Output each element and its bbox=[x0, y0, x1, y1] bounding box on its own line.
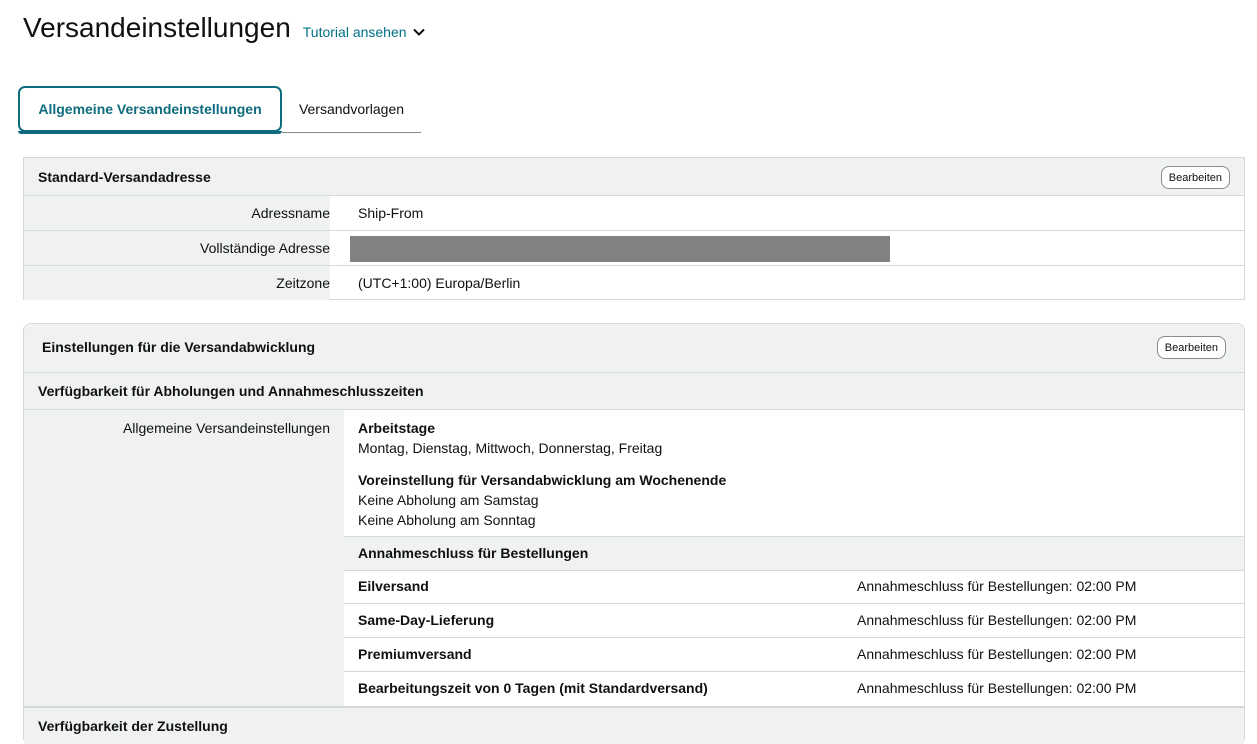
fulfillment-heading: Einstellungen für die Versandabwicklung bbox=[42, 339, 316, 355]
cutoff-value: Annahmeschluss für Bestellungen: 02:00 P… bbox=[857, 612, 1137, 628]
cutoff-name: Premiumversand bbox=[358, 646, 472, 662]
cutoff-value: Annahmeschluss für Bestellungen: 02:00 P… bbox=[857, 680, 1137, 696]
weekend-title: Voreinstellung für Versandabwicklung am … bbox=[358, 472, 727, 488]
workdays-block: Arbeitstage Montag, Dienstag, Mittwoch, … bbox=[358, 418, 662, 458]
delivery-availability-heading: Verfügbarkeit der Zustellung bbox=[38, 718, 228, 734]
title-row: Versandeinstellungen Tutorial ansehen bbox=[23, 12, 425, 44]
general-settings-label-cell: Allgemeine Versandeinstellungen bbox=[24, 410, 344, 706]
default-address-section: Standard-Versandadresse Bearbeiten Adres… bbox=[23, 157, 1245, 300]
timezone-row: Zeitzone (UTC+1:00) Europa/Berlin bbox=[24, 266, 1244, 300]
cutoff-name: Eilversand bbox=[358, 578, 429, 594]
cutoff-value: Annahmeschluss für Bestellungen: 02:00 P… bbox=[857, 578, 1137, 594]
chevron-down-icon bbox=[412, 28, 425, 36]
full-address-label: Vollständige Adresse bbox=[24, 231, 330, 265]
delivery-availability-header: Verfügbarkeit der Zustellung bbox=[24, 707, 1244, 744]
full-address-row: Vollständige Adresse bbox=[24, 231, 1244, 266]
cutoff-header: Annahmeschluss für Bestellungen bbox=[344, 536, 1244, 571]
cutoff-row: Same-Day-Lieferung Annahmeschluss für Be… bbox=[344, 604, 1244, 638]
workdays-title: Arbeitstage bbox=[358, 420, 436, 436]
weekend-sunday: Keine Abholung am Sonntag bbox=[358, 512, 536, 528]
cutoff-row: Bearbeitungszeit von 0 Tagen (mit Standa… bbox=[344, 672, 1244, 705]
address-name-label: Adressname bbox=[24, 196, 330, 230]
timezone-value: (UTC+1:00) Europa/Berlin bbox=[358, 275, 521, 291]
cutoff-name: Bearbeitungszeit von 0 Tagen (mit Standa… bbox=[358, 680, 708, 696]
tab-shipping-templates[interactable]: Versandvorlagen bbox=[282, 86, 421, 133]
fulfillment-header: Einstellungen für die Versandabwicklung … bbox=[24, 324, 1244, 373]
edit-address-button[interactable]: Bearbeiten bbox=[1160, 166, 1230, 189]
address-name-value: Ship-From bbox=[358, 205, 424, 221]
general-settings-block: Allgemeine Versandeinstellungen Arbeitst… bbox=[24, 410, 1244, 707]
cutoff-row: Eilversand Annahmeschluss für Bestellung… bbox=[344, 570, 1244, 604]
cutoff-name: Same-Day-Lieferung bbox=[358, 612, 495, 628]
tutorial-link[interactable]: Tutorial ansehen bbox=[303, 24, 425, 40]
cutoff-row: Premiumversand Annahmeschluss für Bestel… bbox=[344, 638, 1244, 672]
workdays-value: Montag, Dienstag, Mittwoch, Donnerstag, … bbox=[358, 440, 663, 456]
general-settings-label: Allgemeine Versandeinstellungen bbox=[122, 420, 330, 436]
timezone-label: Zeitzone bbox=[24, 266, 330, 300]
default-address-heading: Standard-Versandadresse bbox=[38, 169, 211, 185]
page-title: Versandeinstellungen bbox=[23, 12, 291, 43]
general-settings-content: Arbeitstage Montag, Dienstag, Mittwoch, … bbox=[344, 410, 1244, 706]
pickup-availability-heading: Verfügbarkeit für Abholungen und Annahme… bbox=[38, 383, 424, 399]
tab-bar: Allgemeine Versandeinstellungen Versandv… bbox=[18, 86, 421, 134]
address-name-row: Adressname Ship-From bbox=[24, 196, 1244, 231]
edit-fulfillment-button[interactable]: Bearbeiten bbox=[1156, 336, 1226, 359]
weekend-saturday: Keine Abholung am Samstag bbox=[358, 492, 539, 508]
pickup-availability-header: Verfügbarkeit für Abholungen und Annahme… bbox=[24, 373, 1244, 410]
cutoff-value: Annahmeschluss für Bestellungen: 02:00 P… bbox=[857, 646, 1137, 662]
redacted-address bbox=[350, 236, 890, 262]
cutoff-heading: Annahmeschluss für Bestellungen bbox=[358, 545, 589, 561]
tab-general-shipping-settings[interactable]: Allgemeine Versandeinstellungen bbox=[18, 86, 282, 134]
fulfillment-settings-section: Einstellungen für die Versandabwicklung … bbox=[23, 323, 1245, 744]
tutorial-link-label: Tutorial ansehen bbox=[302, 24, 407, 40]
weekend-block: Voreinstellung für Versandabwicklung am … bbox=[358, 470, 726, 530]
default-address-header: Standard-Versandadresse Bearbeiten bbox=[24, 158, 1244, 196]
